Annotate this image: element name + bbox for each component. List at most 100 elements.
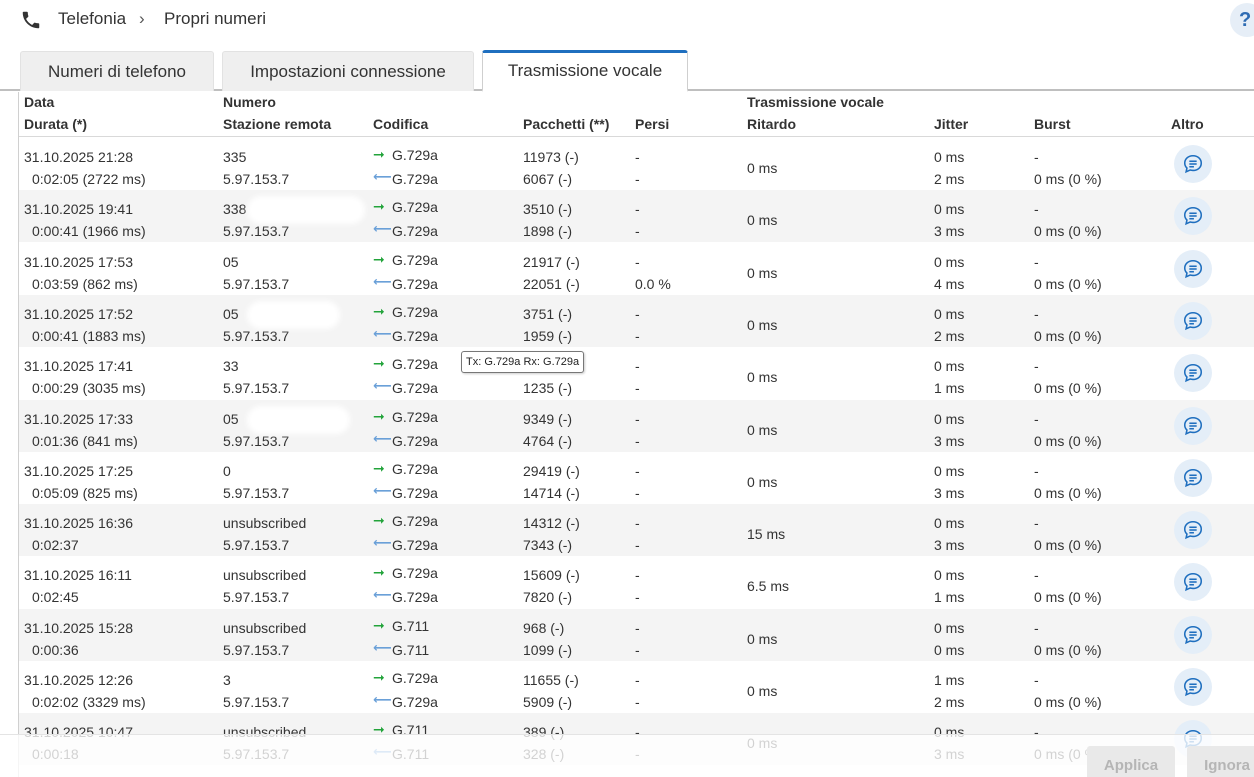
table-row: 31.10.2025 17:25 0:05:09 (825 ms) 0 5.97.15… xyxy=(19,451,1254,504)
call-duration: 0:02:05 (2722 ms) xyxy=(32,171,146,187)
packets-rx: 22051 (-) xyxy=(523,275,580,292)
arrow-left-icon: ⟵ xyxy=(373,639,392,655)
breadcrumb-current-page: Propri numeri xyxy=(164,9,267,28)
call-duration: 0:00:41 (1883 ms) xyxy=(32,327,146,344)
lost-tx: - xyxy=(635,515,640,532)
arrow-right-icon: ➞ xyxy=(373,616,385,633)
burst-tx: - xyxy=(1034,410,1039,427)
header-jitter: Jitter xyxy=(934,116,969,132)
call-date: 31.10.2025 17:41 xyxy=(24,358,133,375)
help-button[interactable]: ? xyxy=(1230,3,1254,37)
call-date: 31.10.2025 17:33 xyxy=(24,410,133,427)
row-details-button[interactable] xyxy=(1174,354,1212,393)
table-row: 31.10.2025 12:26 0:02:02 (3329 ms) 3 5.97.1… xyxy=(19,661,1254,713)
row-details-button[interactable] xyxy=(1174,458,1212,497)
tab-bar: Numeri di telefono Impostazioni connessi… xyxy=(0,50,1254,92)
table-row: 31.10.2025 15:28 0:00:36 unsubscribed 5.97.… xyxy=(19,608,1254,661)
breadcrumb-telefonia[interactable]: Telefonia xyxy=(58,9,126,29)
header-burst: Burst xyxy=(1034,116,1071,132)
remote-station: 5.97.153.7 xyxy=(223,641,290,658)
header-altro: Altro xyxy=(1171,116,1204,132)
tab-numeri-di-telefono[interactable]: Numeri di telefono xyxy=(20,51,214,91)
arrow-left-icon: ⟵ xyxy=(373,587,392,603)
delay-value: 0 ms xyxy=(747,473,778,490)
header-numero: Numero xyxy=(223,94,276,110)
arrow-right-icon: ➞ xyxy=(373,146,385,162)
row-details-button[interactable] xyxy=(1174,145,1212,183)
row-details-button[interactable] xyxy=(1174,301,1212,340)
packets-tx: 21917 (-) xyxy=(523,253,580,270)
remote-station: 5.97.153.7 xyxy=(223,327,290,344)
delay-value: 0 ms xyxy=(747,316,778,333)
arrow-left-icon: ⟵ xyxy=(373,273,392,289)
header-persi: Persi xyxy=(635,116,670,132)
burst-rx: 0 ms (0 %) xyxy=(1034,694,1102,710)
row-details-button[interactable] xyxy=(1174,406,1212,445)
phone-icon xyxy=(20,9,42,31)
lost-tx: - xyxy=(635,201,640,218)
header-trasmissione-vocale: Trasmissione vocale xyxy=(747,94,884,110)
call-date: 31.10.2025 17:25 xyxy=(24,462,133,479)
arrow-right-icon: ➞ xyxy=(373,302,385,319)
remote-number: 0 xyxy=(223,462,231,479)
row-details-button[interactable] xyxy=(1174,563,1212,602)
codec-tx: G.729a xyxy=(392,199,438,216)
delay-value: 0 ms xyxy=(747,421,778,438)
call-duration: 0:02:45 xyxy=(32,589,79,606)
apply-button[interactable]: Applica xyxy=(1087,746,1175,777)
codec-rx: G.729a xyxy=(392,589,438,606)
table-row: 31.10.2025 17:33 0:01:36 (841 ms) 05 5.97.1… xyxy=(19,399,1254,452)
arrow-left-icon: ⟵ xyxy=(373,221,392,237)
ignore-button[interactable]: Ignora xyxy=(1187,746,1254,777)
remote-number: 3 xyxy=(223,672,231,688)
tab-trasmissione-vocale[interactable]: Trasmissione vocale xyxy=(482,50,688,92)
chat-bubble-icon xyxy=(1183,416,1203,435)
lost-rx: - xyxy=(635,327,640,344)
lost-tx: - xyxy=(635,619,640,636)
lost-rx: - xyxy=(635,641,640,658)
remote-station: 5.97.153.7 xyxy=(223,380,290,397)
chat-bubble-icon xyxy=(1183,677,1203,697)
arrow-left-icon: ⟵ xyxy=(373,325,392,341)
arrow-right-icon: ➞ xyxy=(373,459,385,476)
arrow-right-icon: ➞ xyxy=(373,407,385,424)
codec-tx: G.729a xyxy=(392,147,438,163)
jitter-tx: 0 ms xyxy=(934,462,965,479)
lost-rx: - xyxy=(635,484,640,501)
codec-rx: G.729a xyxy=(392,537,438,554)
row-details-button[interactable] xyxy=(1174,511,1212,550)
codec-tx: G.729a xyxy=(392,670,438,686)
burst-rx: 0 ms (0 %) xyxy=(1034,432,1102,449)
header-bar: Telefonia › Propri numeri ? xyxy=(0,0,1254,40)
tab-impostazioni-connessione[interactable]: Impostazioni connessione xyxy=(222,51,474,91)
row-details-button[interactable] xyxy=(1174,249,1212,288)
codec-tx: G.729a xyxy=(392,408,438,425)
arrow-right-icon: ➞ xyxy=(373,250,385,267)
remote-station: 5.97.153.7 xyxy=(223,694,290,710)
call-duration: 0:00:41 (1966 ms) xyxy=(32,223,146,240)
burst-rx: 0 ms (0 %) xyxy=(1034,537,1102,554)
delay-value: 0 ms xyxy=(747,630,778,647)
lost-tx: - xyxy=(635,149,640,165)
chat-bubble-icon xyxy=(1183,573,1203,592)
lost-rx: - xyxy=(635,537,640,554)
packets-rx: 4764 (-) xyxy=(523,432,573,449)
row-details-button[interactable] xyxy=(1174,197,1212,236)
codec-rx: G.729a xyxy=(392,432,438,449)
header-pacchetti: Pacchetti (**) xyxy=(523,116,610,132)
call-duration: 0:02:37 xyxy=(32,537,79,554)
burst-tx: - xyxy=(1034,619,1039,636)
header-data: Data xyxy=(24,94,55,110)
codec-rx: G.729a xyxy=(392,694,438,710)
delay-value: 6.5 ms xyxy=(747,578,790,595)
arrow-left-icon: ⟵ xyxy=(373,430,392,446)
arrow-right-icon: ➞ xyxy=(373,198,385,215)
burst-tx: - xyxy=(1034,672,1039,688)
codec-tooltip: Tx: G.729a Rx: G.729a xyxy=(461,351,585,373)
table-row: 31.10.2025 17:52 0:00:41 (1883 ms) 05 5.97.… xyxy=(19,294,1254,347)
chat-bubble-icon xyxy=(1183,468,1203,487)
row-details-button[interactable] xyxy=(1174,615,1212,654)
table-row: 31.10.2025 17:41 0:00:29 (3035 ms) 33 5.97.… xyxy=(19,347,1254,400)
row-details-button[interactable] xyxy=(1174,668,1212,706)
chat-bubble-icon xyxy=(1183,207,1203,226)
